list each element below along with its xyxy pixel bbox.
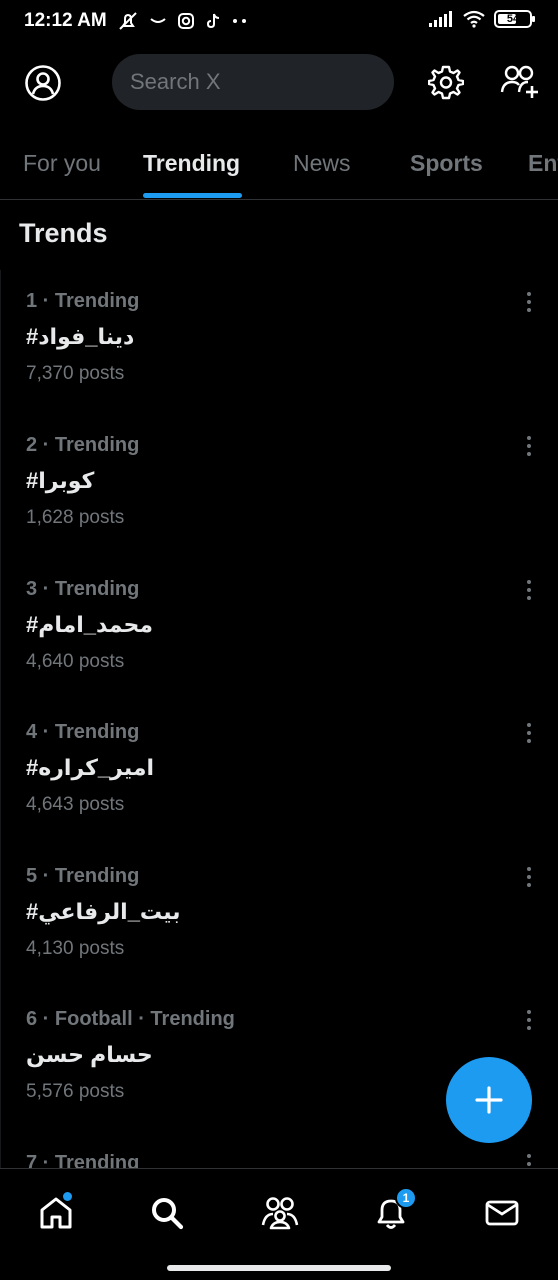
trend-meta: 7 · Trending [26, 1152, 140, 1168]
nav-communities[interactable] [261, 1195, 299, 1231]
status-icons-left [117, 11, 249, 31]
trend-posts: 1,628 posts [26, 507, 125, 528]
bottom-nav: 1 [0, 1168, 558, 1280]
trend-name: حسام حسن [26, 1042, 153, 1067]
instagram-icon [177, 13, 194, 29]
signal-icon [429, 11, 452, 27]
trend-item[interactable]: 1 · Trending #دينا_فواد 7,370 posts [1, 270, 558, 413]
search-bar[interactable] [112, 54, 394, 110]
messages-icon [485, 1200, 519, 1226]
more-options-icon[interactable] [525, 1154, 533, 1168]
section-title: Trends [19, 218, 108, 248]
mute-icon [119, 12, 137, 30]
search-input[interactable] [130, 69, 370, 95]
status-icons-right: 54 [428, 10, 535, 28]
settings-icon[interactable] [427, 64, 465, 100]
more-options-icon[interactable] [525, 436, 533, 458]
trend-meta: 6 · Football · Trending [26, 1008, 235, 1030]
trend-name: #كوبرا [26, 468, 95, 493]
status-bar: 12:12 AM 54 [0, 0, 558, 42]
trend-name: #محمد_امام [26, 612, 153, 637]
nav-home[interactable] [38, 1192, 74, 1231]
battery-level: 54 [506, 13, 520, 25]
trend-meta: 5 · Trending [26, 865, 140, 887]
trend-name: #بيت_الرفاعي [26, 899, 181, 924]
trend-posts: 4,643 posts [26, 794, 125, 815]
more-options-icon[interactable] [525, 292, 533, 314]
more-options-icon[interactable] [525, 723, 533, 745]
tab-bar: For you Trending News Sports Ent [0, 138, 558, 200]
trend-meta: 4 · Trending [26, 721, 140, 743]
trend-posts: 4,130 posts [26, 938, 125, 959]
profile-icon[interactable] [24, 64, 62, 102]
nav-search[interactable] [149, 1195, 185, 1231]
trend-name: #دينا_فواد [26, 324, 135, 349]
trend-item[interactable]: 3 · Trending #محمد_امام 4,640 posts [1, 558, 558, 701]
battery-icon: 54 [494, 10, 535, 28]
home-indicator[interactable] [167, 1265, 391, 1271]
more-dots-icon [232, 19, 246, 23]
tab-sports[interactable]: Sports [410, 150, 483, 177]
plus-icon [475, 1086, 503, 1114]
nav-notifications[interactable]: 1 [373, 1187, 417, 1231]
message-icon [150, 18, 166, 23]
active-tab-indicator [143, 193, 242, 198]
trend-item[interactable]: 5 · Trending #بيت_الرفاعي 4,130 posts [1, 845, 558, 988]
trend-list: 1 · Trending #دينا_فواد 7,370 posts 2 · … [0, 270, 558, 1168]
nav-messages[interactable] [484, 1195, 520, 1231]
more-options-icon[interactable] [525, 867, 533, 889]
status-time: 12:12 AM [24, 10, 107, 31]
trend-item[interactable]: 2 · Trending #كوبرا 1,628 posts [1, 414, 558, 557]
communities-icon [261, 1197, 299, 1230]
notification-badge: 1 [395, 1187, 417, 1209]
header [0, 52, 558, 112]
more-options-icon[interactable] [525, 1010, 533, 1032]
tab-news[interactable]: News [293, 150, 351, 177]
trend-meta: 1 · Trending [26, 290, 140, 312]
trend-name: #امير_كراره [26, 755, 154, 780]
new-content-dot [63, 1192, 72, 1201]
trend-meta: 2 · Trending [26, 434, 140, 456]
trend-posts: 5,576 posts [26, 1081, 125, 1102]
trend-posts: 7,370 posts [26, 363, 125, 384]
tab-trending[interactable]: Trending [143, 150, 240, 177]
trend-meta: 3 · Trending [26, 578, 140, 600]
trend-posts: 4,640 posts [26, 651, 125, 672]
search-icon [152, 1198, 184, 1230]
wifi-icon [463, 10, 485, 28]
tiktok-icon [206, 13, 219, 29]
follow-people-icon[interactable] [500, 64, 540, 100]
compose-button[interactable] [446, 1057, 532, 1143]
more-options-icon[interactable] [525, 580, 533, 602]
tab-for-you[interactable]: For you [23, 150, 101, 177]
tab-entertainment[interactable]: Ent [528, 150, 558, 177]
trend-item[interactable]: 4 · Trending #امير_كراره 4,643 posts [1, 701, 558, 844]
